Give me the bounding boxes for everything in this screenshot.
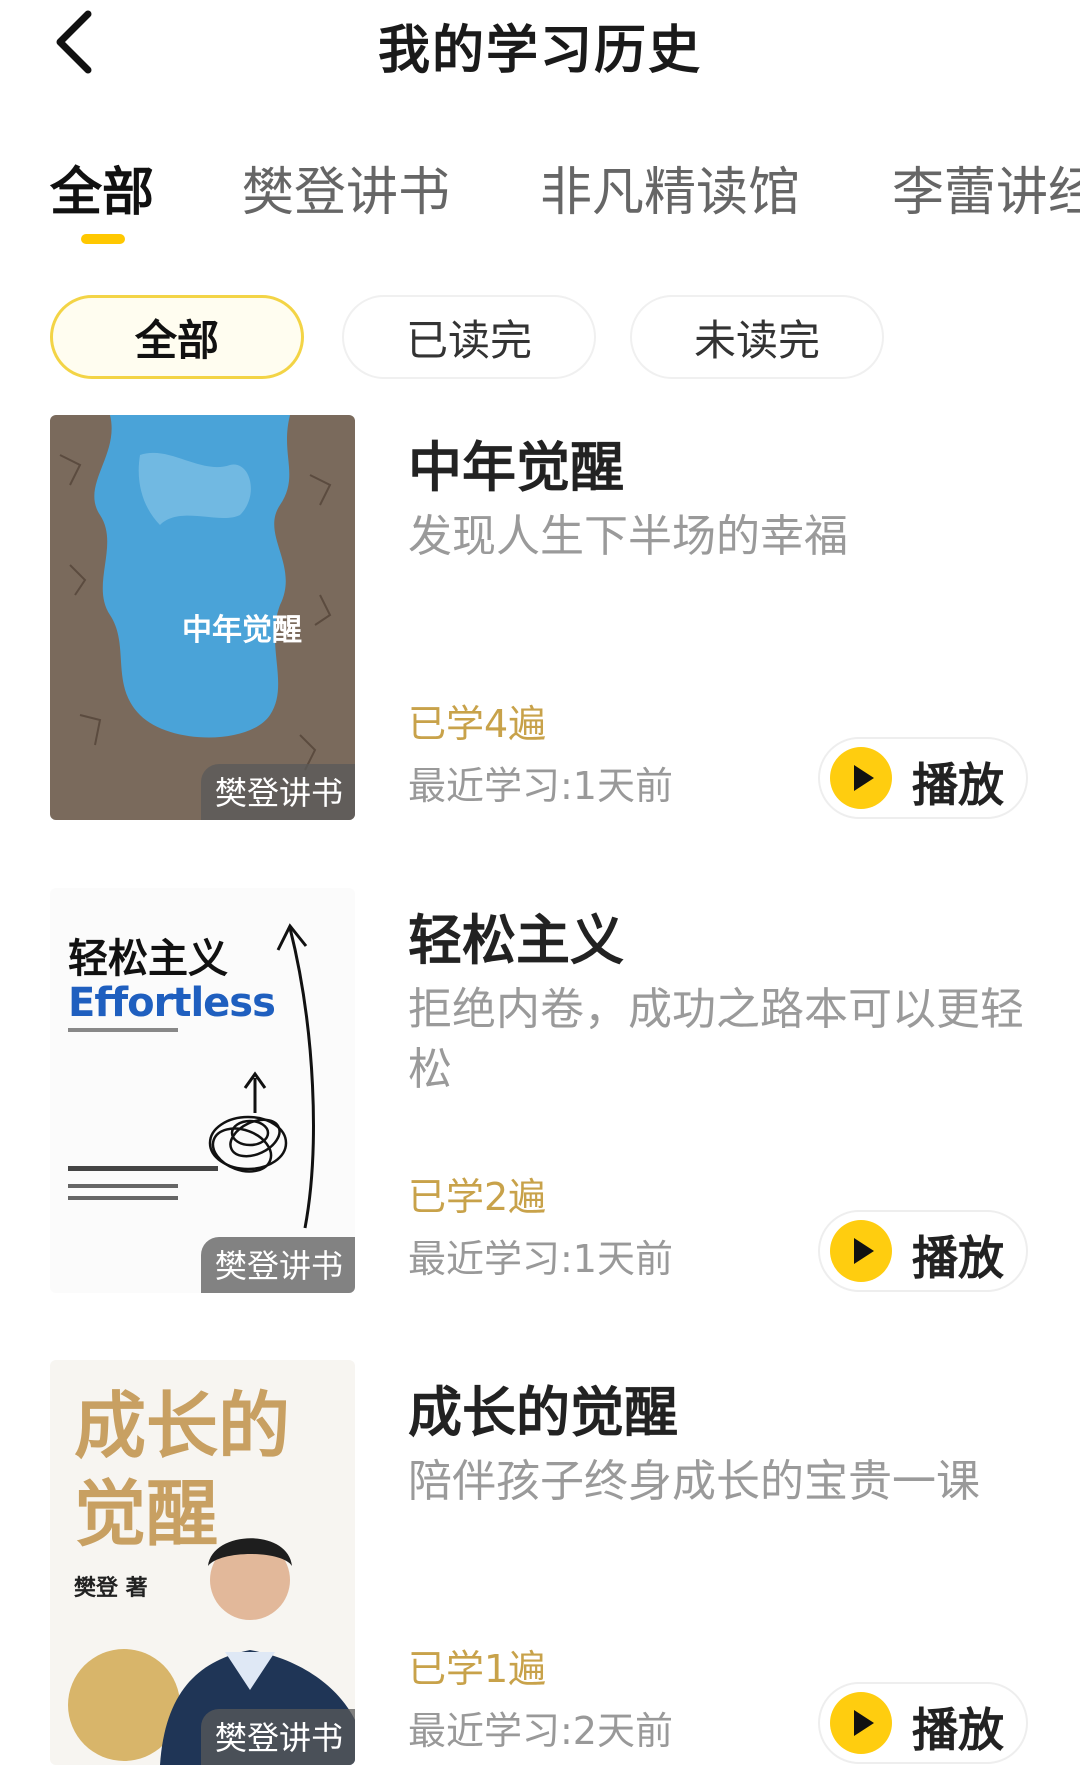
source-tag: 樊登讲书 [200,764,355,820]
play-label: 播放 [912,758,1004,812]
book-title[interactable]: 中年觉醒 [408,423,624,502]
play-label: 播放 [912,1231,1004,1285]
play-button[interactable]: 播放 [818,1682,1028,1764]
study-count: 已学4遍 [408,702,547,746]
history-item[interactable]: 成长的觉醒 樊登 著 樊登讲书 成长的觉醒 陪伴孩子终身成长的宝贵一课 已学1遍… [0,1360,1080,1780]
last-study-time: 最近学习:1天前 [408,764,673,808]
book-subtitle: 发现人生下半场的幸福 [408,511,848,562]
last-study-time: 最近学习:1天前 [408,1237,673,1281]
tab-feifan[interactable]: 非凡精读馆 [540,150,800,225]
filter-all-chip[interactable]: 全部 [50,295,304,379]
book-cover[interactable]: 轻松主义 Effortless 樊登讲书 [50,888,355,1293]
tab-fandeng[interactable]: 樊登讲书 [242,150,450,225]
book-cover[interactable]: 中年觉醒 樊登讲书 [50,415,355,820]
filter-finished-chip[interactable]: 已读完 [342,295,596,379]
book-title[interactable]: 成长的觉醒 [408,1368,678,1447]
play-icon [830,1220,892,1282]
play-icon [830,747,892,809]
cover-title: 中年觉醒 [182,613,302,648]
source-tag: 樊登讲书 [200,1709,355,1765]
cover-title: 成长的觉醒 [74,1383,291,1556]
source-tag: 樊登讲书 [200,1237,355,1293]
play-button[interactable]: 播放 [818,737,1028,819]
play-icon [830,1692,892,1754]
study-count: 已学1遍 [408,1647,547,1691]
history-item[interactable]: 轻松主义 Effortless 樊登讲书 轻松主义 拒绝内卷，成功之路本可以更轻… [0,888,1080,1308]
book-cover[interactable]: 成长的觉醒 樊登 著 樊登讲书 [50,1360,355,1765]
play-button[interactable]: 播放 [818,1210,1028,1292]
page-title: 我的学习历史 [377,21,702,81]
cover-author: 樊登 著 [74,1576,148,1601]
cover-title: 轻松主义 [68,936,228,982]
cover-subtitle-en: Effortless [68,980,276,1026]
study-count: 已学2遍 [408,1175,547,1219]
history-item[interactable]: 中年觉醒 樊登讲书 中年觉醒 发现人生下半场的幸福 已学4遍 最近学习:1天前 … [0,415,1080,835]
header-bar: 我的学习历史 [0,0,1080,90]
book-title[interactable]: 轻松主义 [408,896,624,975]
play-label: 播放 [912,1703,1004,1757]
active-tab-indicator [81,234,125,244]
book-subtitle: 陪伴孩子终身成长的宝贵一课 [408,1456,980,1507]
tab-all[interactable]: 全部 [50,150,154,225]
filter-unfinished-chip[interactable]: 未读完 [630,295,884,379]
tab-lilei[interactable]: 李蕾讲经 [892,150,1080,225]
book-subtitle: 拒绝内卷，成功之路本可以更轻松 [408,984,1024,1095]
last-study-time: 最近学习:2天前 [408,1709,673,1753]
category-tabs: 全部 樊登讲书 非凡精读馆 李蕾讲经 [0,150,1080,250]
